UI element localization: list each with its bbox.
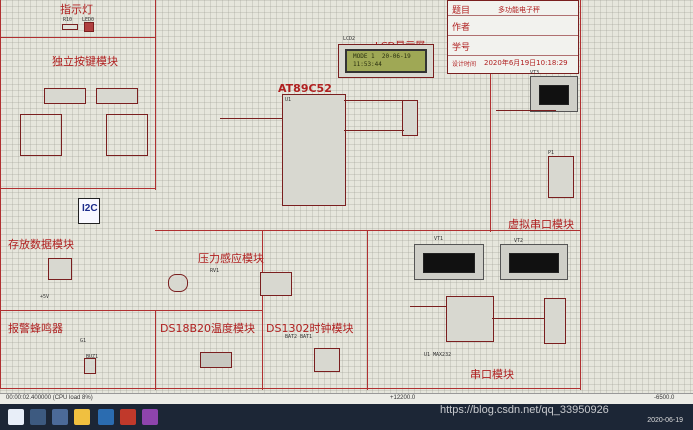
led-resistor-ref: R10	[63, 17, 73, 23]
divider-left-column	[155, 0, 156, 190]
start-icon[interactable]	[8, 409, 24, 425]
wire-bus-2	[344, 130, 404, 131]
lcd-line-1: MODE 1 20-06-19	[353, 53, 411, 60]
pressure-sensor[interactable]	[168, 274, 188, 292]
key-group-left[interactable]	[20, 114, 62, 156]
key-group-right[interactable]	[106, 114, 148, 156]
module-title-virtual-serial: 虚拟串口模块	[508, 218, 574, 231]
title-row: 题目 多功能电子秤	[448, 1, 578, 16]
app-icon-purple[interactable]	[142, 409, 158, 425]
bat1-ref: BAT1	[300, 334, 313, 340]
key-group-top-right[interactable]	[96, 88, 138, 104]
mcu-chip[interactable]: U1	[282, 94, 346, 206]
max232-ref: U1 MAX232	[424, 352, 452, 358]
ds18b20-chip[interactable]	[200, 352, 232, 368]
cursor-y: -6500.0	[654, 395, 675, 401]
module-title-keys: 独立按键模块	[52, 55, 118, 68]
buzzer-part[interactable]	[84, 358, 96, 374]
module-title-serial: 串口模块	[470, 368, 514, 381]
mcu-ref: U1	[285, 97, 292, 103]
file-explorer-icon[interactable]	[74, 409, 90, 425]
module-title-indicator: 指示灯	[60, 3, 93, 16]
author-label: 作者	[452, 23, 471, 33]
virtual-terminal-vt3[interactable]	[530, 76, 578, 112]
design-time-label: 设计时间	[452, 61, 477, 68]
module-title-buzzer: 报警蜂鸣器	[8, 322, 63, 335]
db9-connector-bottom[interactable]	[544, 298, 566, 344]
schematic-canvas[interactable]: 指示灯 独立按键模块 LCD显示屏 AT89C52 存放数据模块 压力感应模块 …	[0, 0, 693, 393]
led-resistor[interactable]	[62, 24, 78, 30]
divider-bottom	[0, 388, 580, 389]
module-title-pressure: 压力感应模块	[198, 252, 264, 265]
rv1-ref: RV1	[210, 268, 220, 274]
app-icon-m[interactable]	[120, 409, 136, 425]
i2c-label: I2C	[82, 203, 98, 214]
resistor-pack[interactable]	[402, 100, 418, 136]
i2c-badge: I2C	[78, 198, 100, 224]
app-icon-v[interactable]	[98, 409, 114, 425]
divider-buzzer	[155, 310, 156, 390]
bat2-ref: BAT2	[285, 334, 298, 340]
divider-indicator	[0, 37, 155, 38]
lcd-module[interactable]: MODE 1 20-06-19 11:53:44	[338, 44, 434, 78]
virtual-terminal-vt2[interactable]	[500, 244, 568, 280]
key-group-top-left[interactable]	[44, 88, 86, 104]
proteus-app-icon[interactable]	[52, 409, 68, 425]
vt2-screen	[509, 253, 559, 273]
design-time-value: 2020年6月19日10:18:29	[484, 59, 568, 67]
wire-max232-right	[492, 318, 544, 319]
author-row: 作者	[448, 15, 578, 36]
max232-chip[interactable]	[446, 296, 494, 342]
task-view-icon[interactable]	[30, 409, 46, 425]
divider-keys	[0, 188, 155, 189]
wire-max232-left	[410, 306, 446, 307]
adc-chip[interactable]	[260, 272, 292, 296]
db9-connector-top[interactable]	[548, 156, 574, 198]
eeprom-chip[interactable]	[48, 258, 72, 280]
blog-watermark: https://blog.csdn.net/qq_33950926	[440, 404, 609, 416]
plus5v-label: +5V	[40, 294, 50, 300]
lcd-screen: MODE 1 20-06-19 11:53:44	[345, 49, 427, 73]
ds1302-chip[interactable]	[314, 348, 340, 372]
cursor-x: +12200.0	[390, 395, 416, 401]
title-value: 多功能电子秤	[498, 6, 540, 14]
taskbar-date: 2020-06-19	[647, 417, 683, 424]
transistor-ref: G1	[80, 338, 87, 344]
student-id-label: 学号	[452, 43, 471, 53]
vt3-screen	[539, 85, 569, 105]
vt1-ref: VT1	[434, 236, 444, 242]
student-id-row: 学号	[448, 35, 578, 56]
divider-right	[580, 0, 581, 390]
wire-crystal	[220, 118, 282, 119]
led-indicator[interactable]	[84, 22, 94, 32]
vt1-screen	[423, 253, 475, 273]
design-time-row: 设计时间 2020年6月19日10:18:29	[448, 55, 578, 72]
divider-left	[0, 0, 1, 388]
wire-bus-1	[344, 100, 404, 101]
divider-storage	[0, 310, 262, 311]
title-block: 题目 多功能电子秤 作者 学号 设计时间 2020年6月19日10:18:29	[447, 0, 579, 74]
lcd-ref: LCD2	[343, 36, 356, 42]
divider-virtual-serial	[490, 72, 491, 232]
wire-vt3	[496, 110, 556, 111]
divider-ds1302	[367, 230, 368, 390]
module-title-storage: 存放数据模块	[8, 238, 74, 251]
module-title-ds18b20: DS18B20温度模块	[160, 322, 255, 335]
simulation-time: 00:00:02.400000 (CPU load 8%)	[6, 395, 93, 401]
lcd-line-2: 11:53:44	[353, 61, 382, 68]
virtual-terminal-vt1[interactable]	[414, 244, 484, 280]
